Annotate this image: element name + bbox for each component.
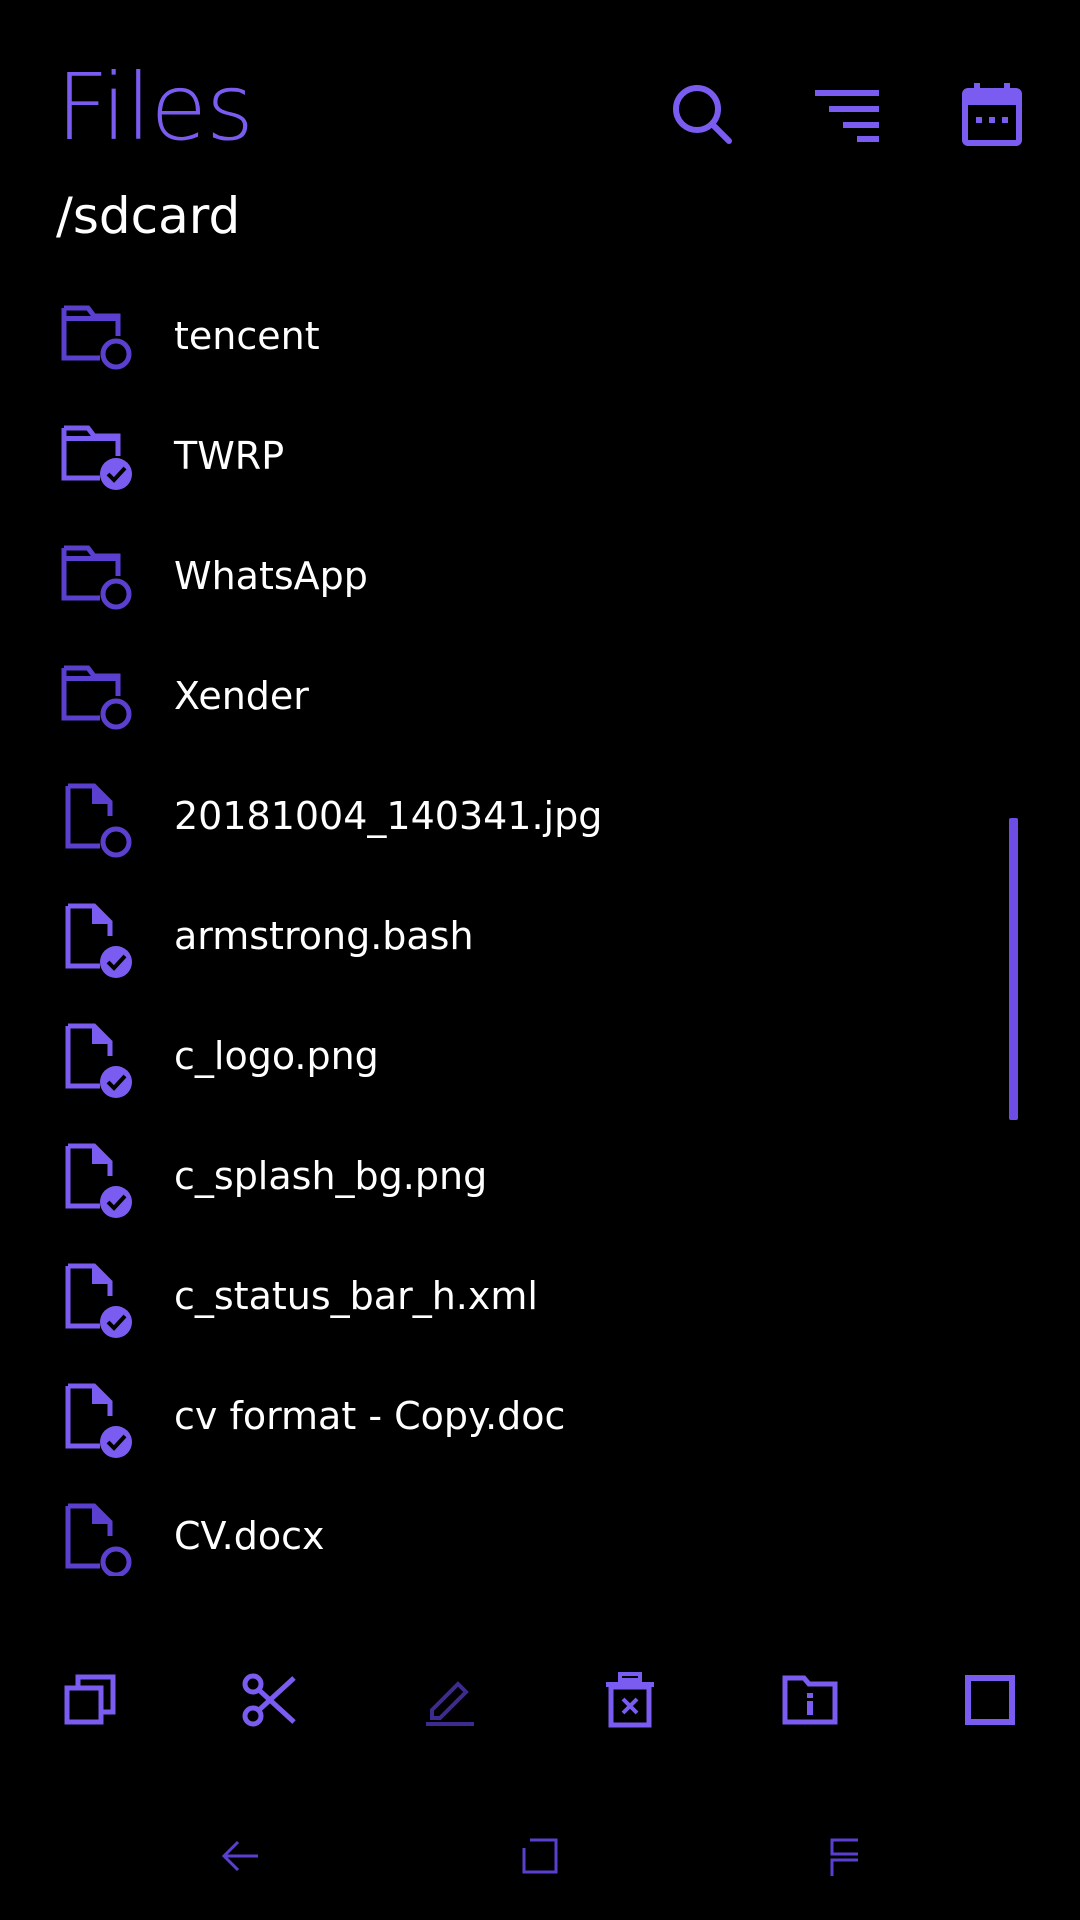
file-name: c_status_bar_h.xml [174, 1274, 538, 1318]
folder-icon [60, 422, 142, 504]
home-icon[interactable] [510, 1826, 570, 1886]
app-title: Files [56, 54, 254, 161]
folder-info-icon[interactable] [780, 1670, 840, 1730]
file-name: TWRP [174, 434, 285, 478]
delete-icon[interactable] [600, 1670, 660, 1730]
scrollbar[interactable] [1009, 818, 1018, 1120]
file-list-item[interactable]: cv format - Copy.doc [0, 1356, 1000, 1476]
file-list-item[interactable]: armstrong.bash [0, 876, 1000, 996]
file-name: c_splash_bg.png [174, 1154, 488, 1198]
rename-icon[interactable] [420, 1670, 480, 1730]
file-list-item[interactable]: c_splash_bg.png [0, 1116, 1000, 1236]
file-icon [60, 1262, 142, 1344]
folder-icon [60, 542, 142, 624]
system-nav-bar [0, 1800, 1080, 1920]
file-list-item[interactable]: WhatsApp [0, 516, 1000, 636]
file-icon [60, 1022, 142, 1104]
file-name: CV.docx [174, 1514, 325, 1558]
calendar-icon[interactable] [956, 78, 1028, 150]
search-icon[interactable] [666, 78, 738, 150]
file-icon [60, 1502, 142, 1576]
back-icon[interactable] [210, 1826, 270, 1886]
recents-icon[interactable] [810, 1826, 870, 1886]
folder-icon [60, 662, 142, 744]
file-icon [60, 902, 142, 984]
action-bar [0, 1640, 1080, 1760]
file-name: Xender [174, 674, 309, 718]
file-name: cv format - Copy.doc [174, 1394, 566, 1438]
file-list-item[interactable]: c_logo.png [0, 996, 1000, 1116]
file-list-item[interactable]: Xender [0, 636, 1000, 756]
cut-icon[interactable] [240, 1670, 300, 1730]
file-list: tencent TWRP WhatsApp Xender 20181004_140341… [0, 276, 1080, 1576]
file-name: 20181004_140341.jpg [174, 794, 603, 838]
file-list-item[interactable]: CV.docx [0, 1476, 1000, 1576]
file-icon [60, 782, 142, 864]
copy-icon[interactable] [60, 1670, 120, 1730]
header: Files [0, 0, 1080, 180]
file-list-item[interactable]: tencent [0, 276, 1000, 396]
file-list-item[interactable]: TWRP [0, 396, 1000, 516]
file-list-item[interactable]: c_status_bar_h.xml [0, 1236, 1000, 1356]
sort-icon[interactable] [812, 78, 884, 150]
select-all-icon[interactable] [960, 1670, 1020, 1730]
file-list-item[interactable]: 20181004_140341.jpg [0, 756, 1000, 876]
folder-icon [60, 302, 142, 384]
file-name: WhatsApp [174, 554, 368, 598]
file-icon [60, 1382, 142, 1464]
file-name: tencent [174, 314, 320, 358]
current-path: /sdcard [56, 187, 241, 245]
file-name: c_logo.png [174, 1034, 379, 1078]
file-icon [60, 1142, 142, 1224]
file-name: armstrong.bash [174, 914, 474, 958]
